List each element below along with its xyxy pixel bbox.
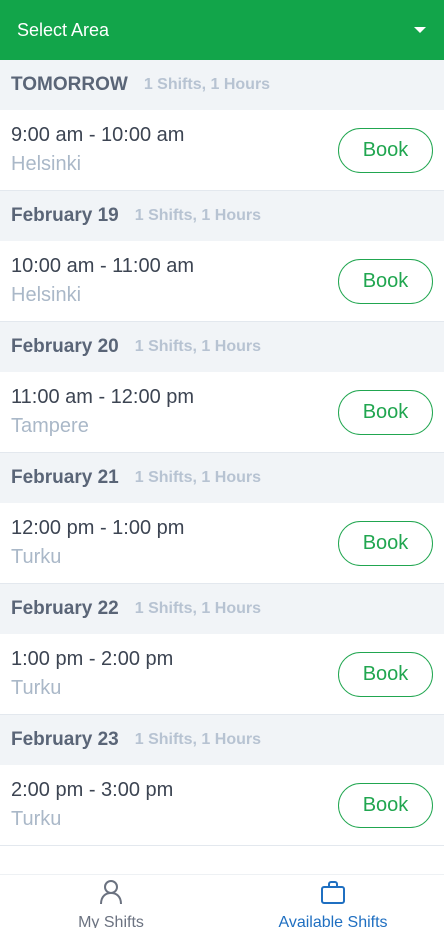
book-button[interactable]: Book <box>338 389 433 435</box>
tab-my-shifts[interactable]: My Shifts <box>0 875 222 928</box>
section-date: February 19 <box>11 205 119 226</box>
section-date: February 23 <box>11 729 119 750</box>
shift-list: TOMORROW 1 Shifts, 1 Hours 9:00 am - 10:… <box>0 60 444 846</box>
section-header: TOMORROW 1 Shifts, 1 Hours <box>0 60 444 110</box>
section-meta: 1 Shifts, 1 Hours <box>134 207 261 224</box>
shift-time: 9:00 am - 10:00 am <box>11 124 185 146</box>
chevron-down-icon <box>414 27 426 33</box>
section-date: February 20 <box>11 336 119 357</box>
section-header: February 22 1 Shifts, 1 Hours <box>0 584 444 634</box>
book-button[interactable]: Book <box>338 258 433 304</box>
shift-city: Turku <box>11 546 62 568</box>
shift-time: 1:00 pm - 2:00 pm <box>11 648 174 670</box>
tab-label: My Shifts <box>78 914 144 928</box>
user-icon <box>99 879 123 910</box>
section-header: February 23 1 Shifts, 1 Hours <box>0 715 444 765</box>
shift-row: 11:00 am - 12:00 pm Tampere Book <box>0 372 444 453</box>
book-button[interactable]: Book <box>338 651 433 697</box>
section-meta: 1 Shifts, 1 Hours <box>143 76 271 93</box>
shift-info: 11:00 am - 12:00 pm Tampere <box>11 386 194 438</box>
select-area-dropdown[interactable]: Select Area <box>0 0 444 60</box>
section-date: February 21 <box>11 467 119 488</box>
book-button[interactable]: Book <box>338 520 433 566</box>
section-date: TOMORROW <box>11 74 128 95</box>
section-header: February 21 1 Shifts, 1 Hours <box>0 453 444 503</box>
tab-available-shifts[interactable]: Available Shifts <box>222 875 444 928</box>
shift-time: 10:00 am - 11:00 am <box>11 255 195 277</box>
shift-row: 1:00 pm - 2:00 pm Turku Book <box>0 634 444 715</box>
bottom-tab-bar: My Shifts Available Shifts <box>0 874 444 928</box>
briefcase-icon <box>320 879 346 910</box>
section-meta: 1 Shifts, 1 Hours <box>134 338 261 355</box>
section-date: February 22 <box>11 598 119 619</box>
shift-info: 2:00 pm - 3:00 pm Turku <box>11 779 173 831</box>
section-meta: 1 Shifts, 1 Hours <box>134 731 261 748</box>
shift-time: 2:00 pm - 3:00 pm <box>11 779 174 801</box>
shift-row: 2:00 pm - 3:00 pm Turku Book <box>0 765 444 846</box>
shift-city: Tampere <box>11 415 89 437</box>
shift-city: Turku <box>11 677 62 699</box>
shift-info: 1:00 pm - 2:00 pm Turku <box>11 648 173 700</box>
section-header: February 20 1 Shifts, 1 Hours <box>0 322 444 372</box>
shift-info: 12:00 pm - 1:00 pm Turku <box>11 517 184 569</box>
shift-city: Turku <box>11 808 62 830</box>
shift-city: Helsinki <box>11 153 82 175</box>
select-area-label: Select Area <box>17 19 110 40</box>
shift-info: 10:00 am - 11:00 am Helsinki <box>11 255 194 307</box>
shift-row: 10:00 am - 11:00 am Helsinki Book <box>0 241 444 322</box>
book-button[interactable]: Book <box>338 782 433 828</box>
shift-info: 9:00 am - 10:00 am Helsinki <box>11 124 184 176</box>
shift-time: 11:00 am - 12:00 pm <box>11 386 195 408</box>
section-header: February 19 1 Shifts, 1 Hours <box>0 191 444 241</box>
shift-time: 12:00 pm - 1:00 pm <box>11 517 185 539</box>
shift-city: Helsinki <box>11 284 82 306</box>
section-meta: 1 Shifts, 1 Hours <box>134 600 261 617</box>
shift-row: 9:00 am - 10:00 am Helsinki Book <box>0 110 444 191</box>
tab-label: Available Shifts <box>278 914 388 928</box>
shift-row: 12:00 pm - 1:00 pm Turku Book <box>0 503 444 584</box>
section-meta: 1 Shifts, 1 Hours <box>134 469 261 486</box>
book-button[interactable]: Book <box>338 127 433 173</box>
